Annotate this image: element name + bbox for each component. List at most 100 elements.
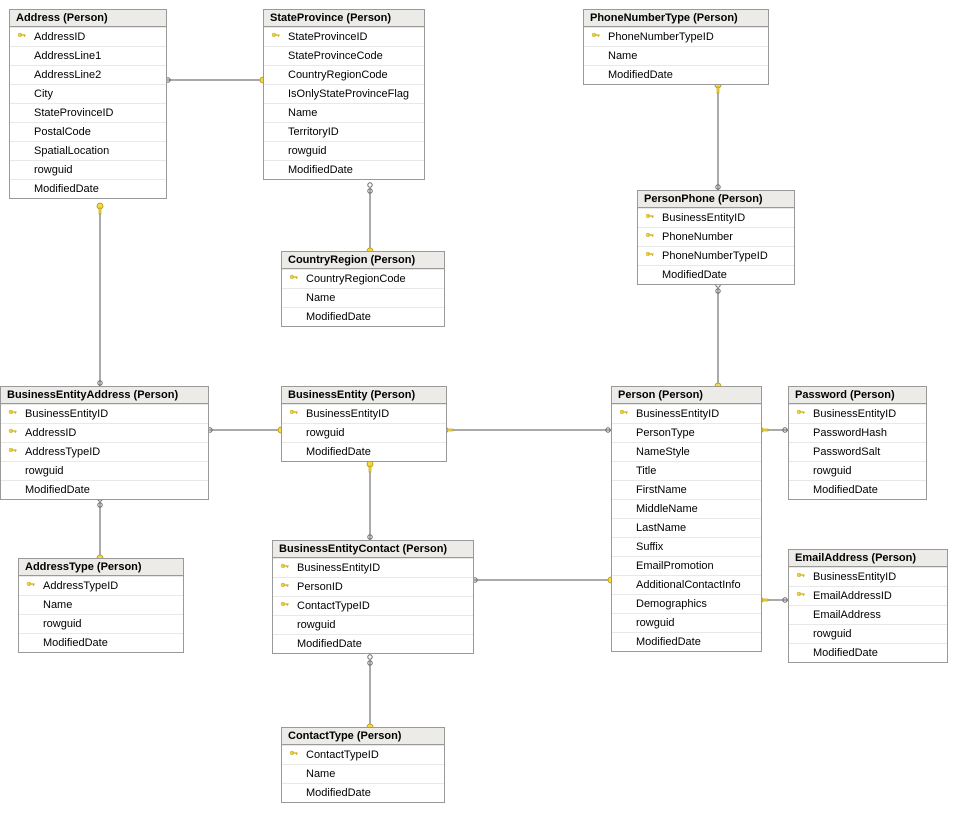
column-row[interactable]: EmailAddress [789,605,947,624]
column-row[interactable]: City [10,84,166,103]
column-row[interactable]: Title [612,461,761,480]
column-row[interactable]: BusinessEntityID [789,567,947,586]
column-row[interactable]: ModifiedDate [612,632,761,651]
column-row[interactable]: EmailAddressID [789,586,947,605]
column-row[interactable]: MiddleName [612,499,761,518]
column-row[interactable]: rowguid [19,614,183,633]
column-row[interactable]: rowguid [10,160,166,179]
column-row[interactable]: SpatialLocation [10,141,166,160]
column-row[interactable]: ModifiedDate [282,307,444,326]
column-row[interactable]: PersonID [273,577,473,596]
column-row[interactable]: PhoneNumberTypeID [584,27,768,46]
column-row[interactable]: Demographics [612,594,761,613]
column-row[interactable]: Name [19,595,183,614]
column-row[interactable]: StateProvinceID [10,103,166,122]
relation-key-end [367,461,373,472]
column-row[interactable]: ModifiedDate [638,265,794,284]
column-row[interactable]: rowguid [612,613,761,632]
table-PhoneNumberType[interactable]: PhoneNumberType (Person)PhoneNumberTypeI… [583,9,769,85]
column-row[interactable]: NameStyle [612,442,761,461]
table-header[interactable]: AddressType (Person) [19,559,183,576]
column-row[interactable]: FirstName [612,480,761,499]
column-row[interactable]: ModifiedDate [282,442,446,461]
table-Password[interactable]: Password (Person)BusinessEntityIDPasswor… [788,386,927,500]
column-row[interactable]: PhoneNumber [638,227,794,246]
table-BusinessEntity[interactable]: BusinessEntity (Person)BusinessEntityID r… [281,386,447,462]
column-row[interactable]: IsOnlyStateProvinceFlag [264,84,424,103]
column-row[interactable]: TerritoryID [264,122,424,141]
table-header[interactable]: BusinessEntityAddress (Person) [1,387,208,404]
column-row[interactable]: rowguid [273,615,473,634]
column-row[interactable]: CountryRegionCode [264,65,424,84]
column-row[interactable]: PersonType [612,423,761,442]
column-row[interactable]: BusinessEntityID [638,208,794,227]
column-row[interactable]: ModifiedDate [10,179,166,198]
table-PersonPhone[interactable]: PersonPhone (Person)BusinessEntityIDPhon… [637,190,795,285]
column-row[interactable]: ModifiedDate [282,783,444,802]
column-row[interactable]: AddressLine2 [10,65,166,84]
table-Address[interactable]: Address (Person) AddressID AddressLine1Add… [9,9,167,199]
table-header[interactable]: PhoneNumberType (Person) [584,10,768,27]
table-CountryRegion[interactable]: CountryRegion (Person)CountryRegionCodeN… [281,251,445,327]
column-row[interactable]: rowguid [789,624,947,643]
table-BusinessEntityContact[interactable]: BusinessEntityContact (Person)BusinessEn… [272,540,474,654]
column-row[interactable]: ContactTypeID [282,745,444,764]
column-row[interactable]: PasswordSalt [789,442,926,461]
column-row[interactable]: rowguid [1,461,208,480]
column-row[interactable]: AddressID [10,27,166,46]
column-row[interactable]: Suffix [612,537,761,556]
column-row[interactable]: ModifiedDate [789,480,926,499]
column-row[interactable]: Name [282,764,444,783]
column-row[interactable]: rowguid [282,423,446,442]
column-row[interactable]: ContactTypeID [273,596,473,615]
column-row[interactable]: rowguid [264,141,424,160]
column-name: rowguid [302,427,345,439]
column-row[interactable]: ModifiedDate [1,480,208,499]
column-row[interactable]: StateProvinceID [264,27,424,46]
diagram-canvas[interactable]: Address (Person)AddressIDAddressLine1Add… [0,0,954,834]
table-BusinessEntityAddress[interactable]: BusinessEntityAddress (Person)BusinessEn… [0,386,209,500]
column-row[interactable]: Name [264,103,424,122]
column-row[interactable]: StateProvinceCode [264,46,424,65]
table-header[interactable]: Password (Person) [789,387,926,404]
column-row[interactable]: rowguid [789,461,926,480]
table-header[interactable]: ContactType (Person) [282,728,444,745]
table-EmailAddress[interactable]: EmailAddress (Person)BusinessEntityIDEma… [788,549,948,663]
table-header[interactable]: BusinessEntity (Person) [282,387,446,404]
column-row[interactable]: AddressTypeID [1,442,208,461]
column-row[interactable]: Name [584,46,768,65]
table-header[interactable]: PersonPhone (Person) [638,191,794,208]
column-row[interactable]: ModifiedDate [19,633,183,652]
table-header[interactable]: BusinessEntityContact (Person) [273,541,473,558]
column-row[interactable]: BusinessEntityID [282,404,446,423]
column-row[interactable]: PasswordHash [789,423,926,442]
table-ContactType[interactable]: ContactType (Person)ContactTypeIDNameMod… [281,727,445,803]
table-header[interactable]: EmailAddress (Person) [789,550,947,567]
column-row[interactable]: BusinessEntityID [1,404,208,423]
column-row[interactable]: EmailPromotion [612,556,761,575]
table-StateProvince[interactable]: StateProvince (Person)StateProvinceIDSta… [263,9,425,180]
column-row[interactable]: AddressTypeID [19,576,183,595]
column-row[interactable]: Name [282,288,444,307]
column-row[interactable]: CountryRegionCode [282,269,444,288]
column-name: AddressID [30,31,85,43]
column-row[interactable]: AdditionalContactInfo [612,575,761,594]
table-header[interactable]: Address (Person) [10,10,166,27]
column-row[interactable]: BusinessEntityID [273,558,473,577]
column-row[interactable]: AddressID [1,423,208,442]
table-header[interactable]: Person (Person) [612,387,761,404]
table-header[interactable]: CountryRegion (Person) [282,252,444,269]
column-row[interactable]: BusinessEntityID [789,404,926,423]
column-row[interactable]: ModifiedDate [273,634,473,653]
column-row[interactable]: PhoneNumberTypeID [638,246,794,265]
column-row[interactable]: PostalCode [10,122,166,141]
column-row[interactable]: ModifiedDate [584,65,768,84]
column-row[interactable]: BusinessEntityID [612,404,761,423]
column-row[interactable]: ModifiedDate [264,160,424,179]
column-row[interactable]: LastName [612,518,761,537]
table-Person[interactable]: Person (Person)BusinessEntityIDPersonTyp… [611,386,762,652]
table-AddressType[interactable]: AddressType (Person)AddressTypeIDNamerow… [18,558,184,653]
column-row[interactable]: AddressLine1 [10,46,166,65]
column-row[interactable]: ModifiedDate [789,643,947,662]
table-header[interactable]: StateProvince (Person) [264,10,424,27]
